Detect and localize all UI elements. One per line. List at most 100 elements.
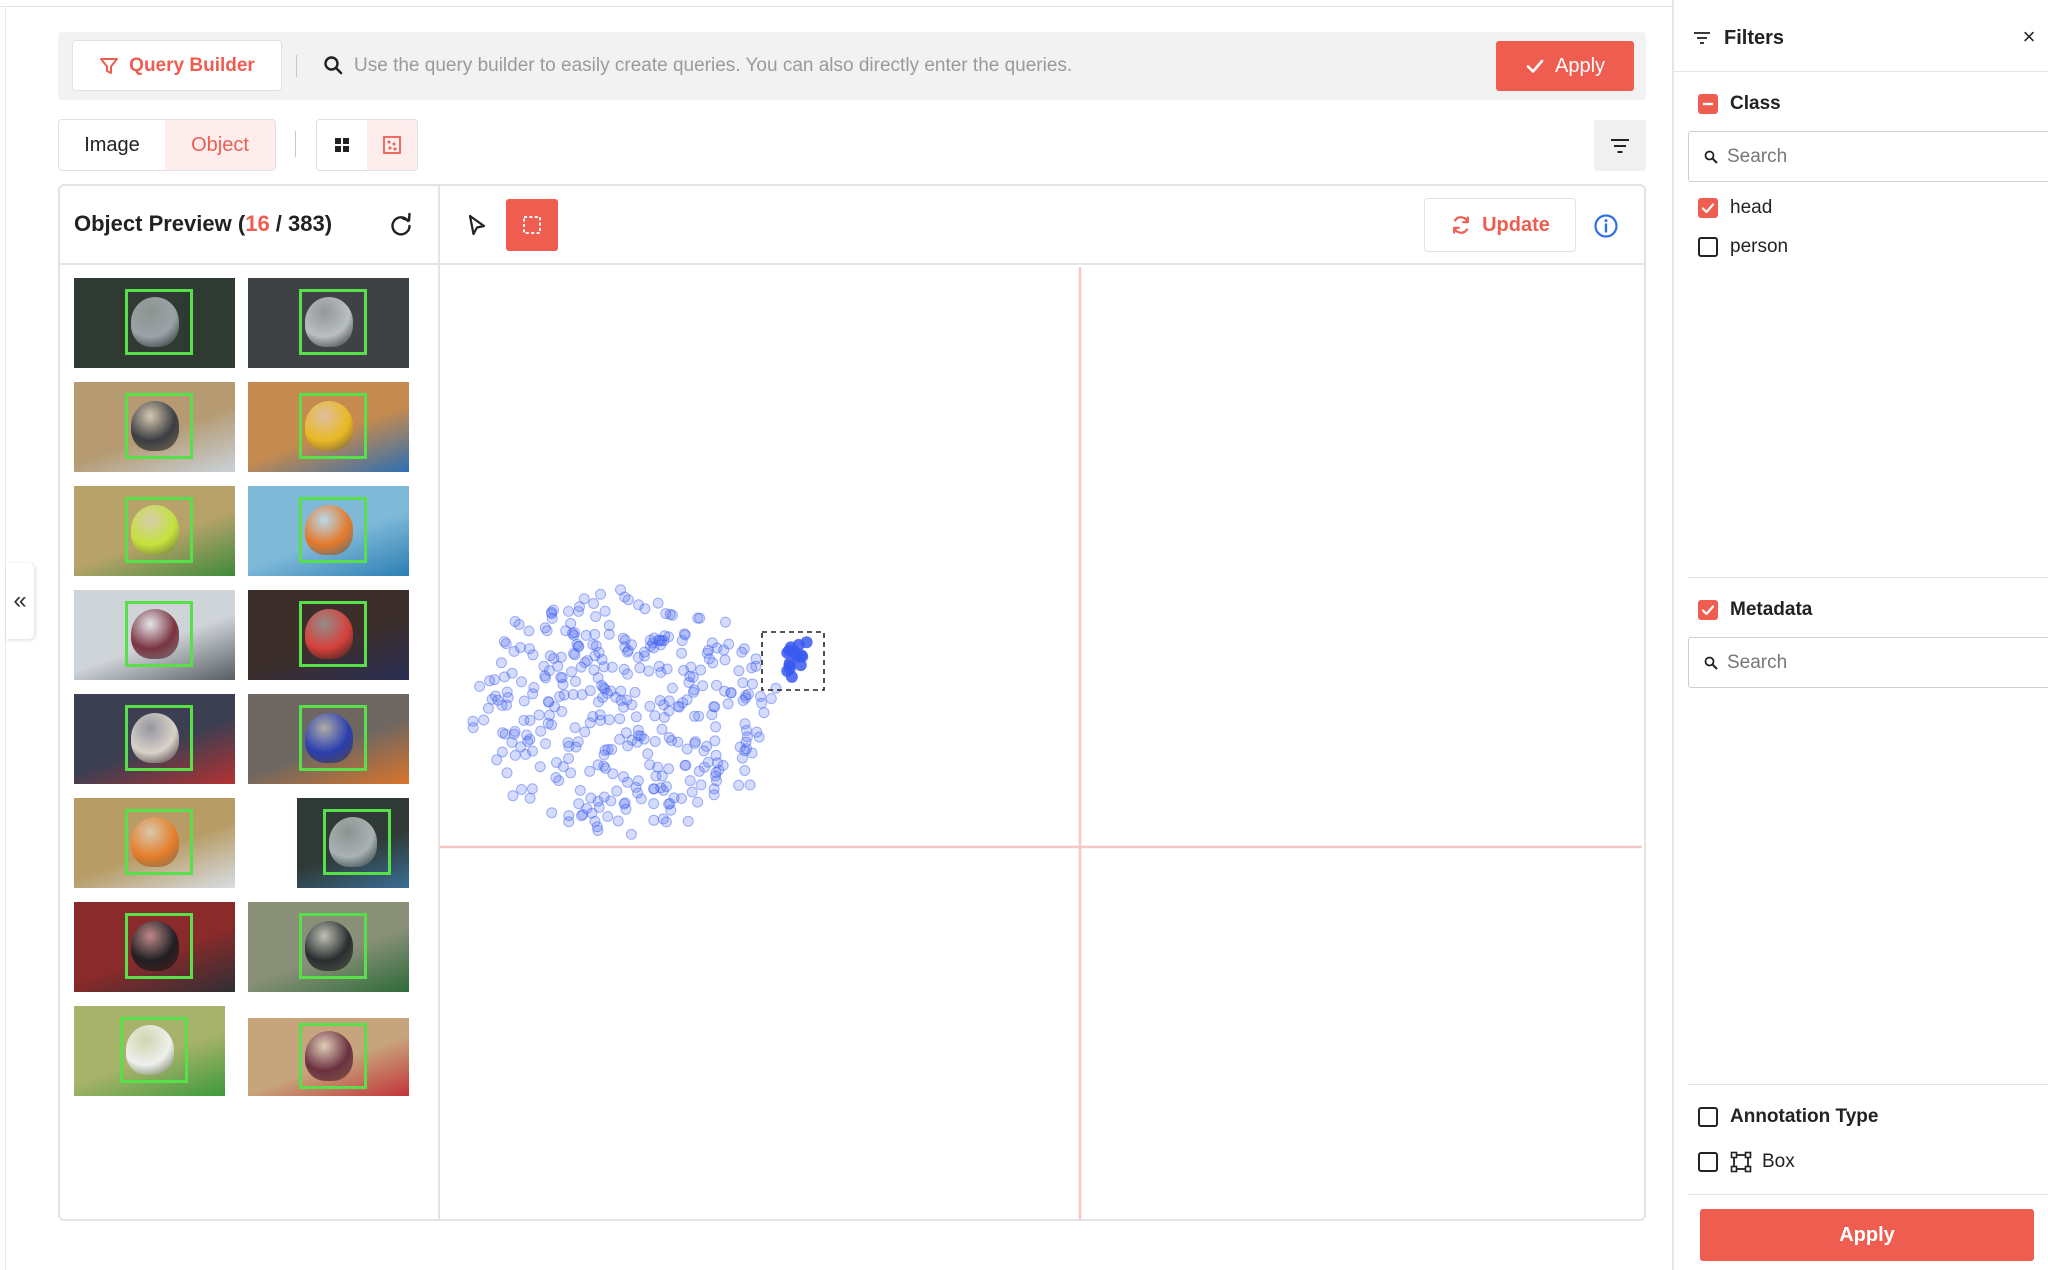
section-divider	[1688, 1084, 2048, 1085]
metadata-section-checkbox[interactable]	[1698, 600, 1718, 620]
filters-title: Filters	[1724, 27, 1785, 49]
bounding-box	[125, 705, 193, 771]
scatter-point	[758, 707, 770, 719]
scatter-point	[617, 632, 629, 644]
object-preview-column: Object Preview (16 / 383)	[60, 186, 440, 1219]
info-icon[interactable]	[1592, 212, 1620, 240]
grid-view-button[interactable]	[317, 120, 367, 170]
object-preview-separator: /	[269, 211, 289, 236]
object-preview-open-paren: (	[231, 211, 246, 236]
metadata-search-input[interactable]	[1727, 644, 2037, 682]
object-thumbnail[interactable]	[74, 1006, 225, 1096]
object-thumbnail[interactable]	[297, 798, 409, 888]
scatter-point	[572, 640, 584, 652]
scatter-point	[478, 714, 490, 726]
view-mode-group	[316, 119, 418, 171]
scatter-point	[509, 616, 521, 627]
scatter-point	[516, 784, 527, 795]
scatter-point	[711, 679, 722, 691]
query-input[interactable]	[354, 44, 1454, 88]
scatter-point	[747, 678, 758, 690]
close-icon[interactable]: ×	[2018, 26, 2040, 48]
apply-filters-button[interactable]: Apply	[1700, 1209, 2034, 1261]
class-option-person-label: person	[1730, 236, 1789, 257]
scatter-point	[658, 712, 670, 723]
annotation-option-box-checkbox[interactable]	[1698, 1152, 1718, 1172]
visualization-toolbar: Update	[440, 186, 1644, 265]
class-option-person-checkbox[interactable]	[1698, 237, 1718, 257]
scatter-point	[518, 695, 530, 707]
scatter-point	[546, 719, 558, 731]
object-thumbnail[interactable]	[248, 486, 409, 576]
annotation-type-checkbox[interactable]	[1698, 1107, 1718, 1127]
object-thumbnail[interactable]	[248, 278, 409, 368]
collapse-sidebar-button[interactable]: «	[6, 563, 34, 639]
class-search-input[interactable]	[1727, 138, 2037, 176]
object-thumbnail[interactable]	[248, 382, 409, 472]
view-type-tabs: Image Object	[58, 119, 276, 171]
object-thumbnail[interactable]	[74, 382, 235, 472]
scatter-point	[683, 677, 695, 688]
class-option-head-checkbox[interactable]	[1698, 198, 1718, 218]
scatter-point	[642, 748, 654, 760]
scatter-point	[737, 695, 749, 706]
embedding-scatter-plot[interactable]	[440, 267, 1642, 1219]
scatter-point	[702, 644, 714, 656]
scatter-point	[661, 781, 672, 792]
scatter-point	[612, 815, 624, 827]
scatter-point	[620, 727, 632, 739]
scatter-point	[598, 682, 609, 693]
filter-toggle-button[interactable]	[1594, 120, 1646, 171]
object-thumbnail[interactable]	[248, 902, 409, 992]
update-embedding-button[interactable]: Update	[1424, 198, 1576, 252]
bounding-box	[125, 393, 193, 459]
scatter-point	[501, 767, 513, 779]
scatter-point	[589, 628, 601, 640]
scatter-point	[734, 741, 746, 753]
scatter-point	[527, 649, 539, 661]
scatter-point	[677, 697, 689, 709]
object-thumbnail[interactable]	[74, 278, 235, 368]
bounding-box	[120, 1017, 188, 1083]
scatter-point	[584, 765, 596, 777]
scatter-point	[625, 828, 637, 840]
object-thumbnail[interactable]	[74, 486, 235, 576]
scatter-point	[692, 612, 704, 624]
bounding-box	[125, 289, 193, 355]
embedding-view-button[interactable]	[367, 120, 417, 170]
object-preview-total-count: 383	[288, 211, 325, 236]
scatter-point	[491, 754, 503, 766]
scatter-point	[546, 606, 557, 618]
class-search-field	[1688, 131, 2048, 182]
filters-panel: Filters × Class head person Metadata Ann…	[1672, 0, 2048, 1270]
class-section-checkbox[interactable]	[1698, 94, 1718, 114]
scatter-point	[652, 597, 664, 609]
view-divider	[295, 131, 296, 157]
section-divider	[1688, 577, 2048, 578]
scatter-point	[588, 598, 600, 609]
object-thumbnail[interactable]	[74, 798, 235, 888]
scatter-point	[630, 711, 642, 723]
scatter-point	[574, 601, 585, 613]
bounding-box	[299, 601, 367, 667]
apply-query-button[interactable]: Apply	[1496, 41, 1634, 91]
scatter-point	[751, 726, 763, 738]
scatter-point	[482, 702, 494, 714]
refresh-icon[interactable]	[386, 210, 416, 240]
tab-image[interactable]: Image	[59, 120, 165, 170]
query-builder-button[interactable]: Query Builder	[72, 40, 282, 91]
object-thumbnail[interactable]	[248, 1018, 409, 1096]
scatter-point	[634, 662, 646, 674]
tab-object[interactable]: Object	[165, 120, 275, 170]
object-thumbnail[interactable]	[74, 590, 235, 680]
scatter-point	[590, 611, 602, 623]
scatter-point	[695, 779, 707, 791]
object-thumbnail[interactable]	[74, 694, 235, 784]
object-thumbnail[interactable]	[248, 694, 409, 784]
pointer-tool-icon[interactable]	[462, 211, 492, 241]
object-thumbnail[interactable]	[248, 590, 409, 680]
scatter-point	[562, 737, 574, 749]
object-thumbnail[interactable]	[74, 902, 235, 992]
box-select-tool-button[interactable]	[506, 199, 558, 251]
scatter-point	[603, 714, 615, 726]
